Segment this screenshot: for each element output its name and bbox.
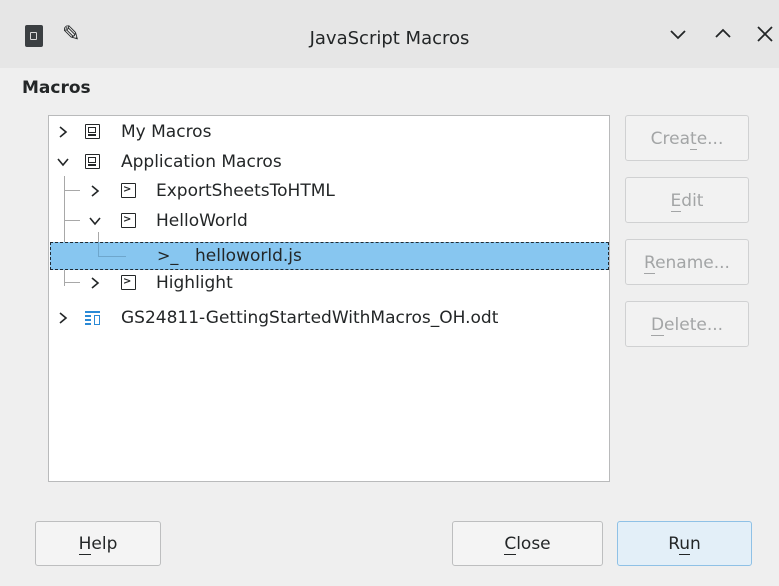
mnemonic: E (670, 191, 682, 212)
tree-item-label: Highlight (156, 273, 233, 293)
tree-item-label: HelloWorld (156, 211, 248, 231)
tree-item-exportsheetstohtml[interactable]: > ExportSheetsToHTML (49, 177, 609, 205)
tree-item-label: helloworld.js (195, 246, 302, 266)
mnemonic: u (679, 534, 691, 555)
tree-item-my-macros[interactable]: My Macros (49, 118, 609, 146)
macro-tree[interactable]: My Macros Application Macros > ExportShe… (48, 115, 610, 482)
close-window-button[interactable] (752, 24, 778, 50)
script-prompt-icon: >_ (157, 246, 179, 265)
tree-item-helloworld[interactable]: > HelloWorld (49, 207, 609, 235)
tree-item-label: ExportSheetsToHTML (156, 181, 335, 201)
mnemonic: C (504, 534, 517, 555)
run-button[interactable]: Run (617, 521, 752, 566)
tree-item-document[interactable]: GS24811-GettingStartedWithMacros_OH.odt (49, 304, 609, 332)
rename-button[interactable]: Rename... (625, 239, 749, 285)
chevron-right-icon[interactable] (87, 177, 103, 205)
button-label: dit (681, 191, 704, 211)
chevron-down-icon[interactable] (87, 207, 103, 235)
chevron-right-icon[interactable] (87, 269, 103, 297)
tree-item-label: Application Macros (121, 152, 282, 172)
close-icon (757, 26, 773, 42)
button-label: ename... (655, 253, 730, 273)
window-title: JavaScript Macros (309, 28, 470, 49)
tree-item-helloworld-js[interactable]: >_ helloworld.js (49, 242, 609, 270)
chevron-down-icon[interactable] (55, 148, 71, 176)
help-button[interactable]: Help (35, 521, 161, 566)
tree-connector (98, 242, 99, 256)
mnemonic: H (78, 534, 92, 555)
macros-section-label: Macros (22, 78, 91, 98)
button-label: R (668, 534, 680, 554)
chevron-up-icon (715, 28, 731, 38)
chevron-down-icon (670, 30, 686, 40)
chevron-right-icon[interactable] (55, 118, 71, 146)
edit-button[interactable]: Edit (625, 177, 749, 223)
create-button[interactable]: Create... (625, 115, 749, 161)
button-label: elp (91, 534, 118, 554)
button-label: elete... (664, 315, 724, 335)
selection-highlight (50, 242, 609, 270)
delete-button[interactable]: Delete... (625, 301, 749, 347)
chevron-right-icon[interactable] (55, 304, 71, 332)
computer-icon (85, 124, 100, 139)
tree-item-label: GS24811-GettingStartedWithMacros_OH.odt (121, 308, 499, 328)
tree-item-highlight[interactable]: > Highlight (49, 269, 609, 297)
terminal-icon: > (121, 275, 136, 290)
mnemonic: R (644, 253, 656, 274)
button-label: e... (696, 129, 724, 149)
terminal-icon: > (121, 213, 136, 228)
maximize-button[interactable] (710, 24, 736, 50)
mnemonic: t (690, 129, 697, 150)
document-icon (85, 310, 100, 326)
tree-item-label: My Macros (121, 122, 212, 142)
title-bar: ✎ JavaScript Macros (0, 0, 779, 68)
tree-item-application-macros[interactable]: Application Macros (49, 148, 609, 176)
button-label: n (690, 534, 701, 554)
tree-connector (98, 256, 126, 257)
terminal-icon: > (121, 183, 136, 198)
computer-icon (85, 154, 100, 169)
close-button[interactable]: Close (452, 521, 603, 566)
minimize-button[interactable] (665, 24, 691, 50)
button-label: lose (516, 534, 551, 554)
button-label: Crea (650, 129, 691, 149)
mnemonic: D (650, 315, 665, 336)
